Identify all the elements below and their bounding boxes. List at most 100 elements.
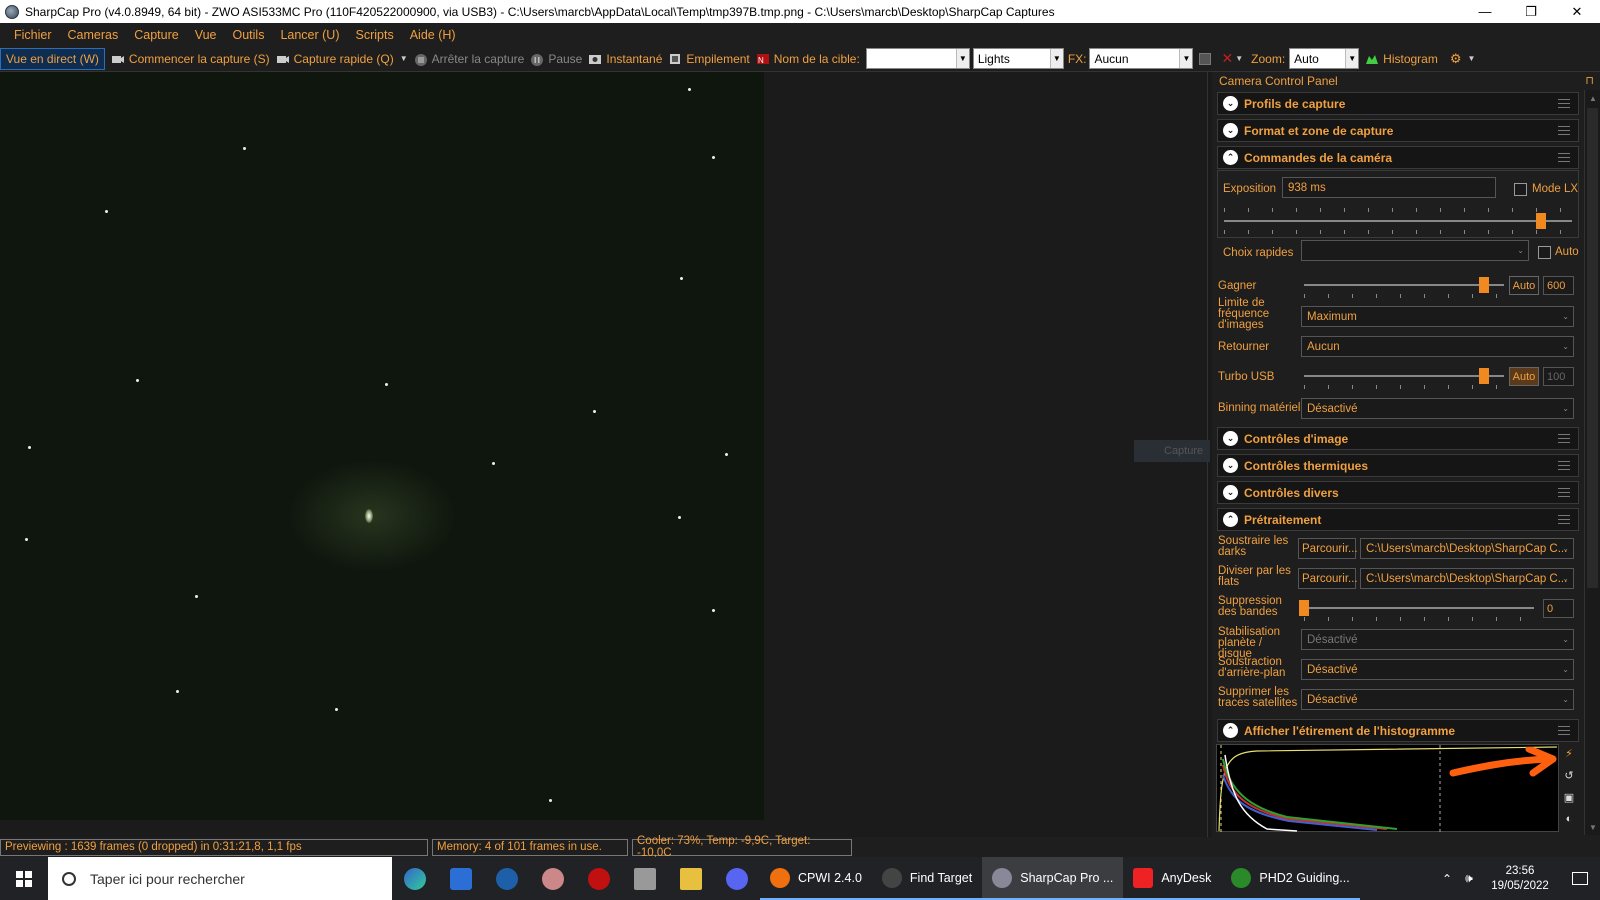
usb-turbo-value-input[interactable]: 100: [1543, 367, 1574, 386]
exposure-slider-track[interactable]: [1224, 220, 1572, 222]
menu-icon[interactable]: [1558, 461, 1570, 470]
histogram-stretch-display[interactable]: [1216, 744, 1559, 833]
reset-icon[interactable]: ↺: [1562, 768, 1576, 782]
target-name-input[interactable]: ▼: [865, 48, 970, 69]
exposure-slider-thumb[interactable]: [1535, 213, 1546, 229]
section-preprocessing[interactable]: ⌃ Prétraitement: [1217, 508, 1579, 531]
lx-mode-checkbox[interactable]: [1514, 183, 1527, 196]
chevron-down-icon[interactable]: ▼: [1235, 54, 1243, 63]
planet-stabilization-select[interactable]: Désactivé ⌄: [1301, 629, 1574, 650]
pin-icon[interactable]: ⊓: [1585, 74, 1594, 87]
usb-turbo-slider-track[interactable]: [1304, 375, 1504, 377]
section-camera-controls[interactable]: ⌃ Commandes de la caméra: [1217, 146, 1579, 169]
quick-picks-select[interactable]: ⌄: [1301, 240, 1529, 261]
stacking-button[interactable]: Empilement: [668, 52, 750, 66]
chevron-down-icon[interactable]: ▼: [400, 54, 408, 63]
chevron-down-icon[interactable]: ▼: [955, 49, 969, 68]
maximize-button[interactable]: ❐: [1508, 0, 1554, 23]
menu-launch[interactable]: Lancer (U): [280, 28, 339, 42]
taskbar-app-anydesk[interactable]: AnyDesk: [1123, 857, 1222, 900]
banding-slider-track[interactable]: [1304, 607, 1534, 609]
quick-picks-auto-checkbox[interactable]: [1538, 246, 1551, 259]
snapshot-button[interactable]: Instantané: [588, 52, 662, 66]
section-capture-profiles[interactable]: ⌄ Profils de capture: [1217, 92, 1579, 115]
live-camera-image[interactable]: [0, 72, 764, 820]
section-misc-controls[interactable]: ⌄ Contrôles divers: [1217, 481, 1579, 504]
exposure-input[interactable]: 938 ms: [1282, 177, 1496, 198]
chevron-up-icon[interactable]: ⌃: [1436, 872, 1458, 886]
taskbar-app-sharpcap[interactable]: SharpCap Pro ...: [982, 857, 1124, 900]
chevron-down-icon[interactable]: ▼: [1049, 49, 1063, 68]
usb-turbo-auto-button[interactable]: Auto: [1509, 367, 1539, 386]
menu-icon[interactable]: [1558, 434, 1570, 443]
close-button[interactable]: ✕: [1554, 0, 1600, 23]
banding-value-input[interactable]: 0: [1543, 599, 1574, 618]
edge-icon[interactable]: [392, 857, 438, 900]
astro-app-icon[interactable]: [530, 857, 576, 900]
usb-turbo-slider-thumb[interactable]: [1479, 368, 1489, 384]
section-thermal-controls[interactable]: ⌄ Contrôles thermiques: [1217, 454, 1579, 477]
gain-slider-track[interactable]: [1304, 284, 1504, 286]
volume-icon[interactable]: 🕪: [1458, 871, 1480, 886]
reticle-off-icon[interactable]: ✕: [1221, 50, 1233, 67]
zoom-select[interactable]: Auto ▼: [1289, 48, 1360, 69]
flip-select[interactable]: Aucun ⌄: [1301, 336, 1574, 357]
live-view-button[interactable]: Vue en direct (W): [0, 47, 105, 70]
histogram-button[interactable]: Histogram: [1365, 52, 1438, 66]
section-histogram-stretch[interactable]: ⌃ Afficher l'étirement de l'histogramme: [1217, 719, 1579, 742]
background-subtraction-select[interactable]: Désactivé ⌄: [1301, 659, 1574, 680]
menu-view[interactable]: Vue: [195, 28, 217, 42]
scrollbar-thumb[interactable]: [1587, 108, 1598, 588]
fx-select[interactable]: Aucun ▼: [1089, 48, 1194, 69]
satellite-trails-select[interactable]: Désactivé ⌄: [1301, 689, 1574, 710]
chevron-down-icon[interactable]: ▼: [1468, 54, 1476, 63]
browse-flats-button[interactable]: Parcourir...: [1298, 568, 1358, 589]
frame-rate-limit-select[interactable]: Maximum ⌄: [1301, 306, 1574, 327]
save-icon[interactable]: ▣: [1562, 790, 1576, 804]
start-button[interactable]: [0, 857, 48, 900]
scroll-up-icon[interactable]: ▲: [1585, 90, 1600, 106]
menu-capture[interactable]: Capture: [134, 28, 178, 42]
scroll-down-icon[interactable]: ▼: [1585, 819, 1600, 835]
flats-path-select[interactable]: C:\Users\marcb\Desktop\SharpCap C... ⌄: [1360, 568, 1574, 589]
star-app-icon[interactable]: [622, 857, 668, 900]
stop-capture-button[interactable]: Arrêter la capture: [414, 52, 524, 66]
chevron-down-icon[interactable]: ▼: [1179, 49, 1193, 68]
section-image-controls[interactable]: ⌄ Contrôles d'image: [1217, 427, 1579, 450]
maps-app-icon[interactable]: [438, 857, 484, 900]
taskbar-app-find-target[interactable]: Find Target: [871, 857, 983, 900]
minimize-button[interactable]: —: [1462, 0, 1508, 23]
taskbar-app-cpwi[interactable]: CPWI 2.4.0: [760, 857, 872, 900]
hardware-binning-select[interactable]: Désactivé ⌄: [1301, 398, 1574, 419]
panel-scrollbar[interactable]: ▲ ▼: [1584, 90, 1600, 835]
pause-button[interactable]: Pause: [530, 52, 582, 66]
menu-icon[interactable]: [1558, 515, 1570, 524]
square-icon[interactable]: [1199, 52, 1212, 65]
browse-darks-button[interactable]: Parcourir...: [1298, 538, 1358, 559]
banding-slider-thumb[interactable]: [1299, 600, 1309, 616]
discord-icon[interactable]: [714, 857, 760, 900]
quick-capture-button[interactable]: Capture rapide (Q) ▼: [276, 52, 408, 66]
menu-icon[interactable]: [1558, 726, 1570, 735]
frame-type-select[interactable]: Lights ▼: [972, 48, 1064, 69]
settings-icon[interactable]: ⚙: [1450, 51, 1462, 67]
image-viewport[interactable]: Capture: [0, 72, 1210, 837]
menu-icon[interactable]: [1558, 153, 1570, 162]
section-format-area[interactable]: ⌄ Format et zone de capture: [1217, 119, 1579, 142]
red-app-icon[interactable]: [576, 857, 622, 900]
ccleaner-icon[interactable]: [484, 857, 530, 900]
menu-scripts[interactable]: Scripts: [356, 28, 394, 42]
notification-icon[interactable]: [1560, 857, 1600, 900]
menu-tools[interactable]: Outils: [233, 28, 265, 42]
menu-file[interactable]: Fichier: [14, 28, 52, 42]
gain-slider-thumb[interactable]: [1479, 277, 1489, 293]
start-capture-button[interactable]: Commencer la capture (S): [111, 52, 270, 66]
menu-icon[interactable]: [1558, 126, 1570, 135]
contrast-icon[interactable]: ◐: [1562, 812, 1576, 826]
file-explorer-icon[interactable]: [668, 857, 714, 900]
gain-auto-button[interactable]: Auto: [1509, 276, 1539, 295]
taskbar-app-phd2[interactable]: PHD2 Guiding...: [1221, 857, 1360, 900]
menu-icon[interactable]: [1558, 488, 1570, 497]
auto-stretch-icon[interactable]: ⚡: [1562, 746, 1576, 760]
menu-icon[interactable]: [1558, 99, 1570, 108]
